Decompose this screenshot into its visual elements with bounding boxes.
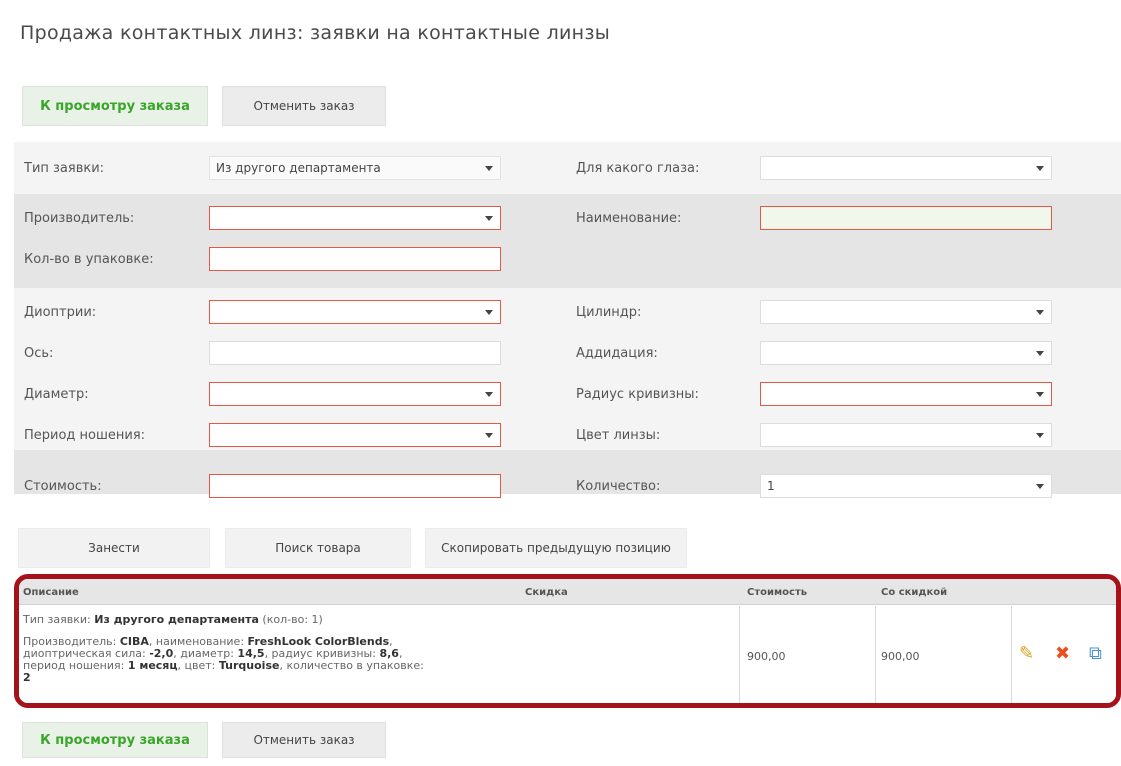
cost-label: Стоимость: (24, 479, 102, 494)
table-header: Описание Скидка Стоимость Со скидкой (19, 579, 1116, 605)
axis-label: Ось: (24, 346, 54, 361)
cost-input[interactable] (209, 474, 501, 498)
col-discount: Скидка (525, 587, 568, 598)
diameter-label: Диаметр: (24, 387, 89, 402)
item-discounted-cost: 900,00 (881, 650, 920, 663)
name-input[interactable] (760, 206, 1052, 230)
chevron-down-icon (485, 166, 493, 171)
desc-value: 2 (23, 671, 31, 684)
chevron-down-icon (485, 433, 493, 438)
item-description: Тип заявки: Из другого департамента (кол… (23, 614, 523, 684)
chevron-down-icon (1036, 166, 1044, 171)
curvature-label: Радиус кривизны: (576, 387, 699, 402)
col-discounted: Со скидкой (881, 587, 948, 598)
chevron-down-icon (1036, 433, 1044, 438)
quantity-select[interactable]: 1 (760, 474, 1052, 498)
cylinder-label: Цилиндр: (576, 305, 642, 320)
desc-text: период ношения: (23, 659, 128, 672)
delete-icon[interactable]: ✖ (1055, 644, 1070, 664)
wear-period-label: Период ношения: (24, 428, 146, 443)
table-row: Тип заявки: Из другого департамента (кол… (19, 606, 1116, 703)
chevron-down-icon (485, 216, 493, 221)
lens-color-select[interactable] (760, 423, 1052, 447)
chevron-down-icon (485, 310, 493, 315)
copy-previous-button[interactable]: Скопировать предыдущую позицию (425, 528, 687, 568)
pack-qty-label: Кол-во в упаковке: (24, 252, 154, 267)
order-type-value: Из другого департамента (216, 161, 381, 175)
page-title: Продажа контактных линз: заявки на конта… (20, 22, 611, 44)
addition-label: Аддидация: (576, 346, 658, 361)
desc-value: Из другого департамента (94, 613, 259, 626)
diameter-select[interactable] (209, 382, 501, 406)
view-order-button[interactable]: К просмотру заказа (22, 86, 208, 126)
axis-input[interactable] (209, 341, 501, 365)
desc-value: Turquoise (218, 659, 280, 672)
desc-text: Тип заявки: (23, 613, 95, 626)
chevron-down-icon (1036, 392, 1044, 397)
chevron-down-icon (1036, 351, 1044, 356)
manufacturer-label: Производитель: (24, 211, 135, 226)
order-form: Тип заявки: Из другого департамента Для … (14, 142, 1121, 512)
item-cost: 900,00 (747, 650, 786, 663)
cancel-order-button-bottom[interactable]: Отменить заказ (222, 722, 386, 758)
cylinder-select[interactable] (760, 300, 1052, 324)
eye-select[interactable] (760, 156, 1052, 180)
wear-period-select[interactable] (209, 423, 501, 447)
desc-text: (кол-во: 1) (258, 613, 323, 626)
diopters-label: Диоптрии: (24, 305, 97, 320)
chevron-down-icon (1036, 484, 1044, 489)
curvature-select[interactable] (760, 382, 1052, 406)
view-order-button-bottom[interactable]: К просмотру заказа (22, 722, 208, 758)
quantity-label: Количество: (576, 479, 661, 494)
eye-label: Для какого глаза: (576, 161, 700, 176)
cancel-order-button[interactable]: Отменить заказ (222, 86, 386, 126)
col-cost: Стоимость (747, 587, 808, 598)
order-type-label: Тип заявки: (24, 161, 105, 176)
quantity-value: 1 (767, 479, 775, 493)
chevron-down-icon (485, 392, 493, 397)
order-type-select[interactable]: Из другого департамента (209, 156, 501, 180)
edit-icon[interactable]: ✎ (1019, 644, 1034, 664)
add-button[interactable]: Занести (18, 528, 210, 568)
pack-qty-input[interactable] (209, 247, 501, 271)
copy-icon[interactable]: ⧉ (1089, 644, 1102, 664)
addition-select[interactable] (760, 341, 1052, 365)
order-items-table: Описание Скидка Стоимость Со скидкой Тип… (14, 574, 1121, 708)
chevron-down-icon (1036, 310, 1044, 315)
desc-text: , количество в упаковке: (279, 659, 424, 672)
desc-text: , цвет: (177, 659, 219, 672)
manufacturer-select[interactable] (209, 206, 501, 230)
desc-value: 1 месяц (127, 659, 178, 672)
lens-color-label: Цвет линзы: (576, 428, 661, 443)
name-label: Наименование: (576, 211, 682, 226)
diopters-select[interactable] (209, 300, 501, 324)
search-product-button[interactable]: Поиск товара (225, 528, 411, 568)
col-description: Описание (23, 587, 79, 598)
